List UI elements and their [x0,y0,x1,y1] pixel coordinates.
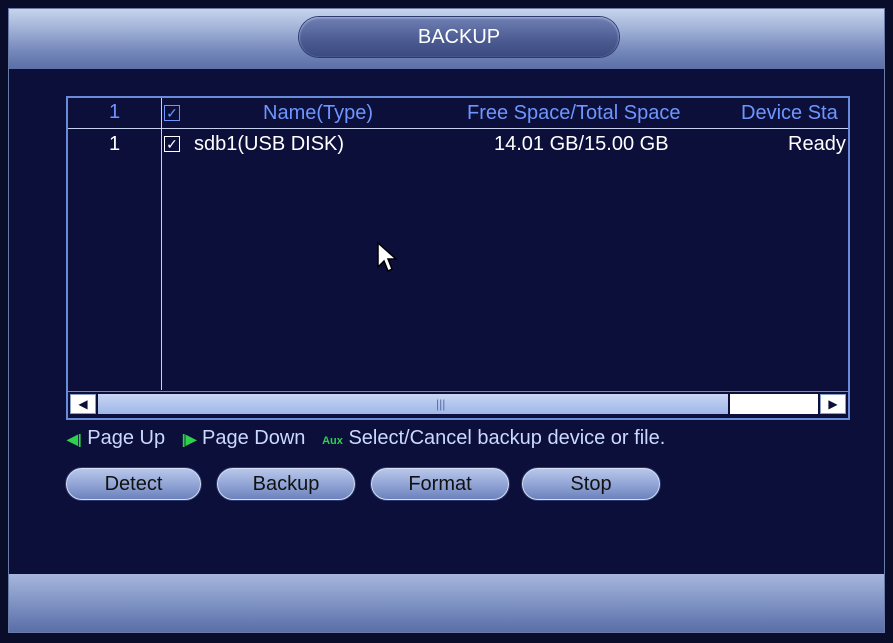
scroll-track[interactable] [730,394,818,414]
horizontal-scrollbar[interactable]: ◀ ||| ▶ [68,391,848,418]
key-hints: ◀| Page Up |▶ Page Down Aux Select/Cance… [67,427,847,457]
select-all-checkbox[interactable]: ✓ [164,105,180,121]
backup-window: BACKUP 1 ✓ Name(Type) Free Space/Total S… [8,8,885,633]
title-bar: BACKUP [9,9,884,69]
page-down-icon: |▶ [181,431,197,447]
header-name: Name(Type) [263,102,374,124]
header-status: Device Sta [741,102,838,124]
row-space: 14.01 GB/15.00 GB [494,133,669,155]
device-table: 1 ✓ Name(Type) Free Space/Total Space De… [66,96,850,420]
row-index: 1 [108,133,121,155]
format-button[interactable]: Format [371,468,509,500]
page-down-label: Page Down [202,427,306,449]
table-row[interactable]: 1 ✓ sdb1(USB DISK) 14.01 GB/15.00 GB Rea… [68,130,848,158]
aux-icon: Aux [322,435,343,447]
bottom-bar [9,574,884,632]
aux-hint-label: Select/Cancel backup device or file. [348,427,666,449]
scroll-left-button[interactable]: ◀ [70,394,96,414]
mouse-cursor-icon [377,241,398,273]
row-checkbox[interactable]: ✓ [164,136,180,152]
scroll-right-button[interactable]: ▶ [820,394,846,414]
row-name: sdb1(USB DISK) [194,133,345,155]
header-space: Free Space/Total Space [467,102,681,124]
scroll-thumb[interactable]: ||| [98,394,728,414]
page-up-label: Page Up [87,427,166,449]
column-divider [161,98,162,390]
stop-button[interactable]: Stop [522,468,660,500]
scroll-grip-icon: ||| [436,397,446,411]
backup-button[interactable]: Backup [217,468,355,500]
detect-button[interactable]: Detect [66,468,201,500]
page-up-icon: ◀| [67,431,82,447]
table-header: 1 ✓ Name(Type) Free Space/Total Space De… [68,98,848,129]
window-title: BACKUP [299,17,619,57]
header-index: 1 [108,101,121,123]
row-status: Ready [788,133,846,155]
